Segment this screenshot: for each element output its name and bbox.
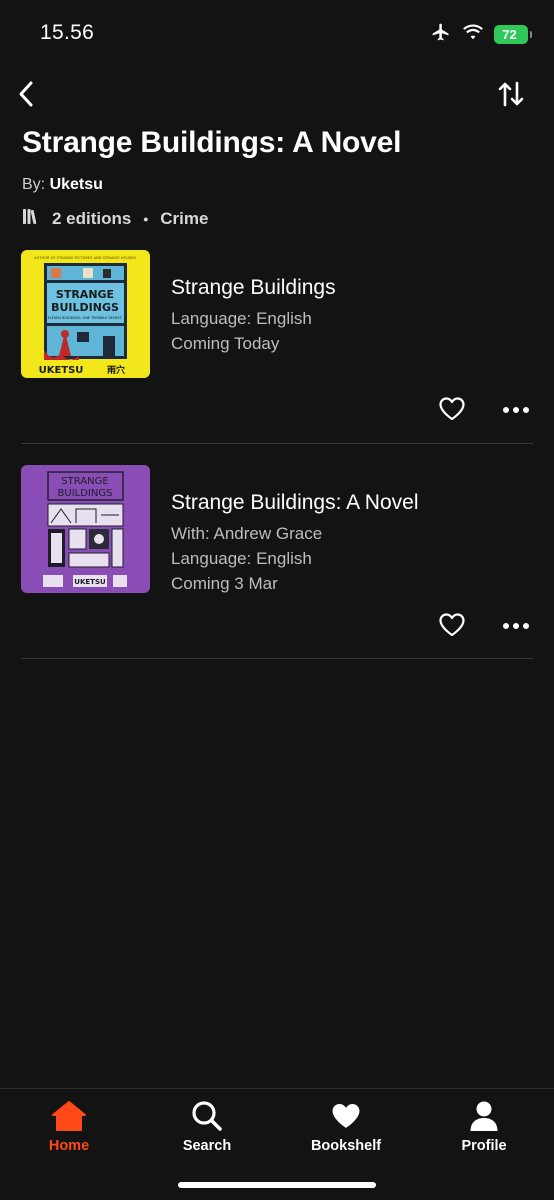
more-options-button[interactable] (501, 612, 531, 640)
tab-label: Bookshelf (310, 1138, 382, 1154)
cover-author: UKETSU (39, 365, 84, 376)
cover-title-line2: BUILDINGS (51, 301, 119, 314)
edition-language: Language: English (171, 549, 312, 568)
edition-item[interactable]: AUTHOR OF STRANGE PICTURES AND STRANGE H… (21, 250, 533, 421)
page-title: Strange Buildings: A Novel (22, 126, 402, 159)
search-icon (192, 1101, 222, 1131)
edition-language: Language: English (171, 309, 312, 328)
edition-list-screen: 15.56 72 Strange Buildings: A Novel By: … (0, 0, 554, 1200)
author-link[interactable]: Uketsu (50, 176, 103, 193)
favorite-button[interactable] (438, 396, 468, 424)
ellipsis-icon (503, 407, 529, 413)
tab-search[interactable]: Search (152, 1097, 262, 1154)
byline: By: Uketsu (22, 176, 103, 194)
book-cover[interactable]: STRANGE BUILDINGS UKETSU (21, 465, 150, 593)
more-options-button[interactable] (501, 396, 531, 424)
cover-top-text: AUTHOR OF STRANGE PICTURES AND STRANGE H… (34, 256, 136, 260)
favorite-button[interactable] (438, 612, 468, 640)
home-icon (52, 1101, 86, 1131)
divider (21, 443, 533, 444)
cover-kanji: 雨穴 (107, 364, 125, 376)
airplane-icon (430, 22, 452, 47)
book-cover[interactable]: AUTHOR OF STRANGE PICTURES AND STRANGE H… (21, 250, 150, 378)
cover-title-line1: STRANGE (61, 476, 108, 487)
edition-info: Strange Buildings Language: English Comi… (171, 276, 336, 356)
back-button[interactable] (12, 78, 40, 110)
edition-title[interactable]: Strange Buildings: A Novel (171, 491, 419, 515)
cover-title-line1: STRANGE (56, 288, 114, 301)
sort-button[interactable] (496, 78, 526, 110)
tab-profile[interactable]: Profile (429, 1097, 539, 1154)
wifi-icon (462, 23, 484, 46)
battery-level: 72 (502, 27, 517, 42)
sort-arrows-icon (498, 81, 524, 107)
tab-label: Profile (461, 1138, 507, 1154)
edition-info: Strange Buildings: A Novel With: Andrew … (171, 491, 419, 596)
edition-item[interactable]: STRANGE BUILDINGS UKETSU Strange Buildin… (21, 465, 533, 637)
home-indicator[interactable] (178, 1182, 376, 1188)
edition-release: Coming 3 Mar (171, 574, 278, 593)
cover-author: UKETSU (74, 578, 106, 586)
battery-icon: 72 (494, 25, 532, 44)
meta-row: 2 editions • Crime (22, 207, 208, 230)
status-time: 15.56 (40, 21, 95, 44)
heart-outline-icon (439, 397, 465, 421)
status-icons: 72 (430, 22, 532, 47)
profile-icon (470, 1101, 498, 1131)
by-prefix: By: (22, 176, 46, 193)
cover-title-line2: BUILDINGS (58, 488, 113, 499)
heart-icon (332, 1103, 360, 1128)
edition-title[interactable]: Strange Buildings (171, 276, 336, 300)
status-bar: 15.56 72 (0, 0, 554, 64)
tab-label: Search (182, 1138, 232, 1154)
heart-outline-icon (439, 613, 465, 637)
cover-subtitle: ELEVEN BUILDINGS. ONE TERRIBLE SECRET. (48, 316, 123, 320)
edition-release: Coming Today (171, 334, 280, 353)
tab-label: Home (48, 1138, 90, 1154)
edition-contributor: With: Andrew Grace (171, 524, 323, 543)
genre-label[interactable]: Crime (160, 209, 208, 229)
meta-separator: • (143, 210, 149, 227)
books-stack-icon (22, 207, 40, 230)
tab-bookshelf[interactable]: Bookshelf (291, 1097, 401, 1154)
editions-count: 2 editions (52, 208, 132, 228)
divider (21, 658, 533, 659)
ellipsis-icon (503, 623, 529, 629)
tab-home[interactable]: Home (14, 1097, 124, 1154)
chevron-left-icon (19, 81, 33, 107)
